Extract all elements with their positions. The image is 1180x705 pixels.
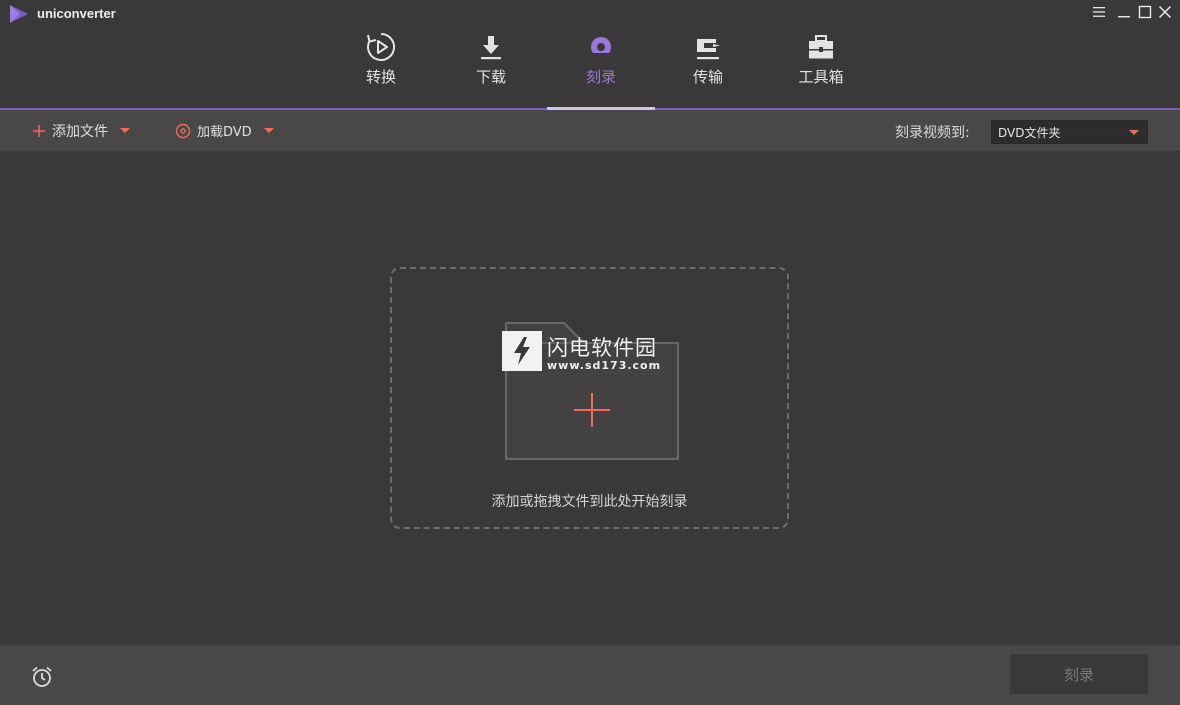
load-dvd-button[interactable]: 加载DVD — [175, 110, 274, 151]
close-button[interactable] — [1154, 2, 1176, 22]
tab-toolbox[interactable]: 工具箱 — [767, 30, 875, 108]
tab-convert-label: 转换 — [365, 68, 396, 86]
drop-hint-text: 添加或拖拽文件到此处开始刻录 — [491, 494, 688, 510]
tab-download-label: 下载 — [475, 68, 506, 86]
app-logo-icon — [10, 5, 28, 23]
chevron-down-icon — [1129, 130, 1139, 135]
chevron-down-icon[interactable] — [263, 128, 274, 133]
footer-bar: 刻录 — [0, 645, 1180, 705]
minimize-icon — [1118, 16, 1130, 18]
maximize-button[interactable] — [1134, 2, 1156, 22]
watermark-url: www.sd173.com — [547, 359, 662, 372]
transfer-device-icon — [697, 39, 720, 60]
tab-toolbox-label: 工具箱 — [798, 68, 844, 86]
tab-download[interactable]: 下载 — [437, 30, 545, 108]
plus-icon — [33, 124, 45, 137]
burn-target-value: DVD文件夹 — [998, 125, 1061, 140]
alarm-clock-icon[interactable] — [30, 665, 54, 689]
chevron-down-icon[interactable] — [120, 128, 130, 133]
toolbox-icon — [809, 35, 833, 59]
file-drop-zone[interactable]: 闪电软件园 www.sd173.com 添加或拖拽文件到此处开始刻录 — [390, 267, 789, 529]
load-dvd-label: 加载DVD — [197, 125, 252, 140]
maximize-icon — [1138, 5, 1152, 19]
app-title: uniconverter — [37, 6, 116, 21]
hamburger-menu-icon — [1093, 7, 1105, 17]
dvd-disc-icon — [175, 123, 191, 138]
tab-transfer-label: 传输 — [692, 68, 723, 86]
download-arrow-icon — [481, 36, 501, 60]
title-bar: uniconverter 转换 下载 刻录 传输 工具箱 — [0, 0, 1180, 110]
add-files-label: 添加文件 — [52, 123, 108, 140]
burn-target-select[interactable]: DVD文件夹 — [991, 120, 1148, 144]
watermark: 闪电软件园 www.sd173.com — [502, 331, 672, 375]
close-icon — [1158, 5, 1172, 19]
burn-button[interactable]: 刻录 — [1010, 654, 1148, 694]
tab-transfer[interactable]: 传输 — [654, 30, 762, 108]
convert-play-icon — [367, 33, 396, 61]
menu-button[interactable] — [1088, 2, 1110, 22]
add-files-button[interactable]: 添加文件 — [32, 110, 130, 151]
tab-burn[interactable]: 刻录 — [547, 30, 655, 108]
burn-to-label: 刻录视频到: — [895, 125, 970, 141]
watermark-title: 闪电软件园 — [547, 336, 657, 360]
tab-burn-label: 刻录 — [585, 68, 616, 86]
minimize-button[interactable] — [1113, 2, 1135, 22]
tab-convert[interactable]: 转换 — [327, 30, 435, 108]
lightning-logo-icon — [502, 331, 542, 371]
burn-disc-icon — [591, 37, 611, 58]
